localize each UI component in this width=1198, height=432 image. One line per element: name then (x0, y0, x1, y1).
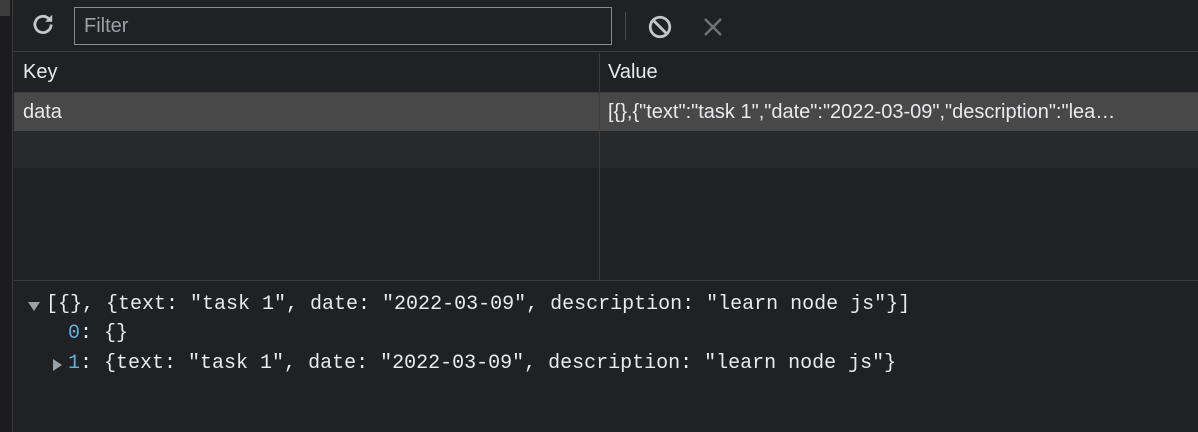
column-header-key[interactable]: Key (14, 53, 599, 92)
table-header: Key Value (14, 53, 1198, 93)
delete-selected-button[interactable] (698, 12, 728, 42)
panel-edge-notch (0, 0, 10, 16)
collapse-triangle-icon[interactable] (53, 359, 62, 371)
toolbar-separator (625, 12, 626, 40)
refresh-icon (33, 14, 53, 34)
preview-item-0-index: 0 (68, 322, 81, 345)
column-header-value[interactable]: Value (600, 53, 1198, 92)
row-value-cell[interactable]: [{},{"text":"task 1","date":"2022-03-09"… (600, 93, 1198, 131)
storage-table: Key Value data [{},{"text":"task 1","dat… (14, 53, 1198, 280)
column-divider[interactable] (599, 53, 600, 280)
clear-all-button[interactable] (645, 12, 675, 42)
table-row[interactable]: data [{},{"text":"task 1","date":"2022-0… (14, 93, 1198, 131)
preview-item-1-index: 1 (68, 352, 81, 375)
preview-item-1[interactable]: 1: {text: "task 1", date: "2022-03-09", … (68, 350, 896, 378)
preview-item-1-separator: : (80, 352, 105, 375)
toolbar (14, 0, 1198, 52)
preview-item-1-value: {text: "task 1", date: "2022-03-09", des… (104, 352, 897, 375)
refresh-button[interactable] (28, 10, 58, 40)
value-preview-pane: [{}, {text: "task 1", date: "2022-03-09"… (14, 280, 1198, 432)
preview-root-line[interactable]: [{}, {text: "task 1", date: "2022-03-09"… (46, 291, 910, 319)
preview-item-0[interactable]: 0: {} (68, 320, 128, 348)
expand-triangle-icon[interactable] (28, 302, 40, 311)
filter-input[interactable] (74, 7, 612, 45)
block-icon (648, 15, 672, 39)
row-key-cell[interactable]: data (14, 93, 599, 131)
preview-item-0-value: {} (104, 322, 129, 345)
empty-table-row (14, 131, 1198, 168)
storage-panel: Key Value data [{},{"text":"task 1","dat… (14, 0, 1198, 432)
preview-item-0-separator: : (80, 322, 105, 345)
close-icon (704, 18, 722, 36)
left-panel-edge (0, 0, 13, 432)
